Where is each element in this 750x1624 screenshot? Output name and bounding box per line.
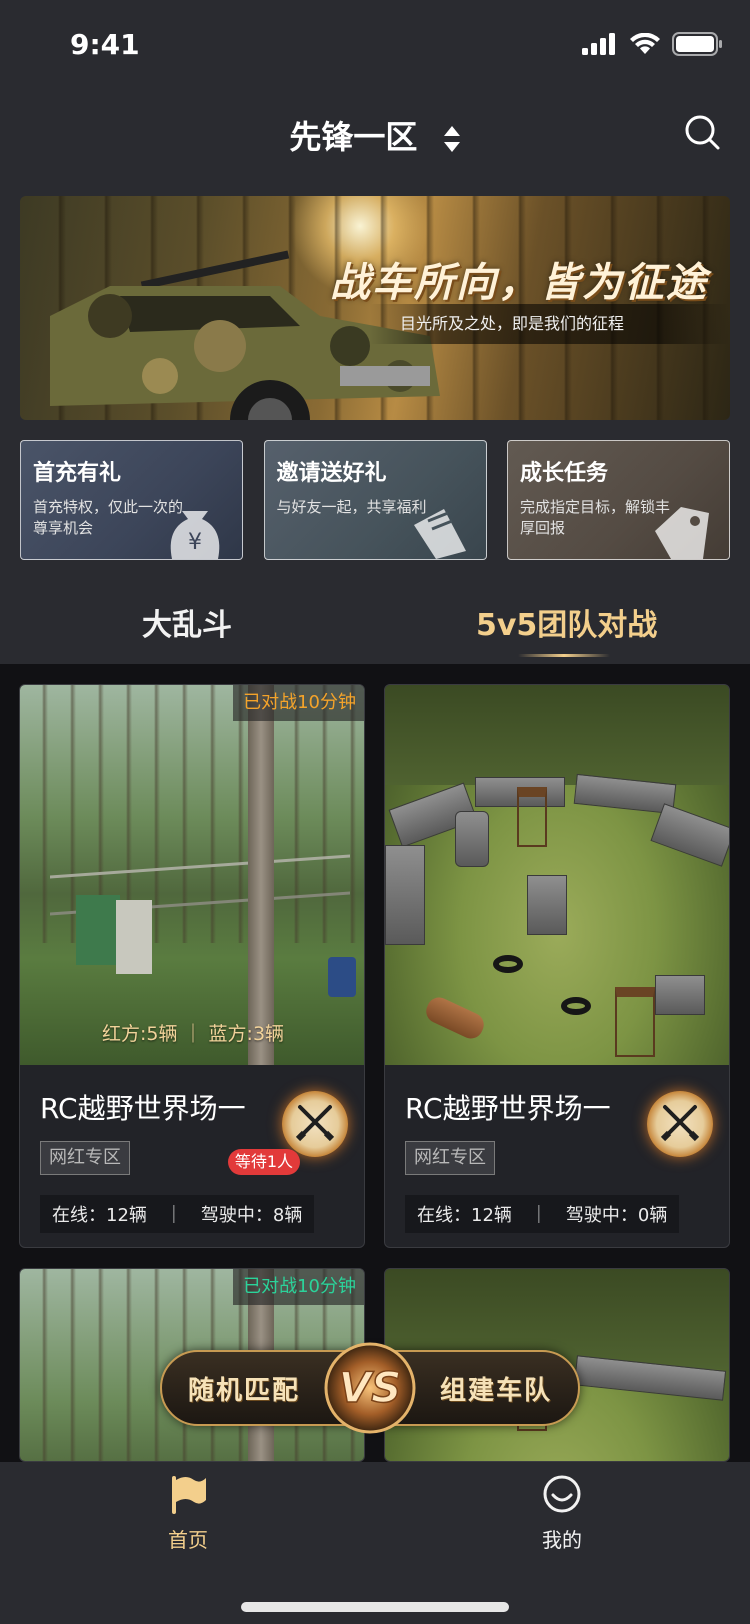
random-match-button[interactable]: 随机匹配 (188, 1370, 300, 1407)
battle-time-badge: 已对战10分钟 (233, 1269, 364, 1305)
room-tag: 网红专区 (40, 1141, 130, 1175)
crossed-guns-emblem-icon (647, 1091, 713, 1157)
tabbar-mine[interactable]: 我的 (502, 1474, 622, 1553)
room-card[interactable]: 已对战10分钟 红方:5辆 ｜ 蓝方:3辆 RC越野世界场一 网红专区 在线：1… (19, 684, 365, 1248)
room-image (385, 685, 729, 1065)
stats-separator: ｜ (164, 1205, 183, 1226)
active-tab-underline (518, 654, 610, 657)
wifi-icon (630, 33, 660, 54)
status-icons (582, 32, 722, 56)
money-bag-icon: ¥ (170, 511, 220, 559)
driving-count: 驾驶中：8辆 (200, 1205, 303, 1226)
stats-separator: ｜ (529, 1205, 548, 1226)
room-image: 已对战10分钟 红方:5辆 ｜ 蓝方:3辆 (20, 685, 364, 1065)
gift-ticket-icon (413, 509, 466, 559)
build-team-button[interactable]: 组建车队 (440, 1370, 552, 1407)
growth-task-card[interactable]: 成长任务 完成指定目标，解锁丰厚回报 (507, 440, 730, 560)
vs-emblem-icon: VS (324, 1342, 416, 1434)
promo-row: 首充有礼 首充特权，仅此一次的尊享机会 ¥ 邀请送好礼 与好友一起，共享福利 成… (20, 440, 730, 560)
invite-card[interactable]: 邀请送好礼 与好友一起，共享福利 (263, 440, 487, 560)
region-name: 先锋一区 (289, 118, 418, 156)
tab-melee[interactable]: 大乱斗 (142, 600, 232, 644)
room-stats: 在线：12辆 ｜ 驾驶中：0辆 (405, 1195, 680, 1233)
team-counts: 红方:5辆 ｜ 蓝方:3辆 (101, 1023, 285, 1045)
banner-title: 战车所向，皆为征途 (330, 260, 708, 306)
promo-banner[interactable]: 战车所向，皆为征途 目光所及之处，即是我们的征程 (20, 196, 730, 420)
room-stats: 在线：12辆 ｜ 驾驶中：8辆 (40, 1195, 315, 1233)
room-tag: 网红专区 (405, 1141, 495, 1175)
sort-updown-icon (443, 126, 460, 152)
home-indicator (241, 1602, 509, 1612)
status-time: 9:41 (70, 28, 140, 61)
online-count: 在线：12辆 (417, 1205, 512, 1226)
driving-count: 驾驶中：0辆 (565, 1205, 668, 1226)
waiting-badge: 等待1人 (227, 1149, 300, 1175)
vs-text: VS (339, 1363, 402, 1412)
smile-face-icon (543, 1475, 581, 1513)
online-count: 在线：12辆 (52, 1205, 147, 1226)
flag-icon (172, 1476, 206, 1514)
tabbar-label-mine: 我的 (542, 1528, 582, 1552)
promo-title: 首充有礼 (33, 461, 122, 486)
battle-time-badge: 已对战10分钟 (233, 685, 364, 721)
room-info: RC越野世界场一 网红专区 在线：12辆 ｜ 驾驶中：8辆 等待1人 (20, 1065, 364, 1247)
first-recharge-card[interactable]: 首充有礼 首充特权，仅此一次的尊享机会 ¥ (20, 440, 243, 560)
crossed-guns-emblem-icon (282, 1091, 348, 1157)
task-tag-icon (655, 507, 709, 559)
tabbar-home[interactable]: 首页 (128, 1474, 248, 1553)
search-icon[interactable] (682, 112, 722, 152)
tabbar-label-home: 首页 (168, 1528, 208, 1552)
promo-title: 邀请送好礼 (276, 461, 387, 486)
room-card[interactable]: RC越野世界场一 网红专区 在线：12辆 ｜ 驾驶中：0辆 (384, 684, 730, 1248)
battery-icon (672, 32, 722, 56)
tab-team-battle[interactable]: 5v5团队对战 (476, 600, 657, 644)
status-bar: 9:41 (0, 0, 750, 88)
region-selector[interactable]: 先锋一区 (0, 112, 750, 158)
bottom-tab-bar: 首页 我的 (0, 1462, 750, 1624)
room-info: RC越野世界场一 网红专区 在线：12辆 ｜ 驾驶中：0辆 (385, 1065, 729, 1247)
banner-subtitle: 目光所及之处，即是我们的征程 (370, 304, 730, 344)
promo-title: 成长任务 (520, 461, 609, 486)
signal-icon (582, 33, 615, 55)
header: 先锋一区 (0, 88, 750, 188)
svg-text:¥: ¥ (188, 530, 202, 555)
mode-tabs: 大乱斗 5v5团队对战 (0, 590, 750, 664)
